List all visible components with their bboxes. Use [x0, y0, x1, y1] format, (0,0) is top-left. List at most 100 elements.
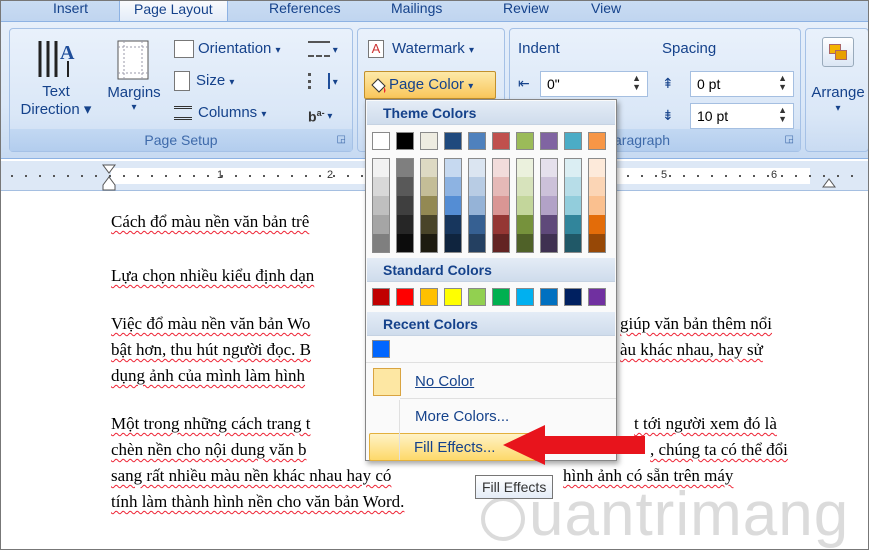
theme-shade-swatch[interactable]	[444, 177, 462, 196]
standard-color-swatch[interactable]	[564, 288, 582, 306]
text-direction-button[interactable]: A Text Direction ▾	[16, 37, 96, 119]
standard-color-swatch[interactable]	[468, 288, 486, 306]
theme-shade-swatch[interactable]	[396, 158, 414, 177]
theme-shade-swatch[interactable]	[492, 215, 510, 234]
theme-shade-swatch[interactable]	[372, 234, 390, 253]
tab-page-layout[interactable]: Page Layout	[119, 1, 228, 21]
theme-shade-swatch[interactable]	[516, 196, 534, 215]
theme-shade-swatch[interactable]	[588, 234, 606, 253]
theme-color-swatch[interactable]	[516, 132, 534, 150]
theme-shade-swatch[interactable]	[372, 215, 390, 234]
theme-shade-swatch[interactable]	[444, 158, 462, 177]
theme-color-swatch[interactable]	[588, 132, 606, 150]
theme-color-swatch[interactable]	[540, 132, 558, 150]
arrange-icon	[822, 37, 854, 67]
theme-shade-swatch[interactable]	[468, 215, 486, 234]
paragraph-launcher-icon[interactable]: ◲	[785, 129, 794, 151]
standard-color-swatch[interactable]	[396, 288, 414, 306]
tab-mailings[interactable]: Mailings	[377, 1, 456, 21]
indent-left-input[interactable]: 0" ▲ ▼	[540, 71, 648, 97]
tab-insert[interactable]: Insert	[39, 1, 102, 21]
theme-shade-swatch[interactable]	[540, 234, 558, 253]
orientation-button[interactable]: Orientation ▾	[174, 39, 281, 61]
theme-shade-swatch[interactable]	[468, 234, 486, 253]
spacing-after-input[interactable]: 10 pt ▲ ▼	[690, 103, 794, 129]
standard-color-swatch[interactable]	[372, 288, 390, 306]
standard-color-swatch[interactable]	[444, 288, 462, 306]
theme-shade-swatch[interactable]	[492, 158, 510, 177]
theme-shade-swatch[interactable]	[516, 158, 534, 177]
standard-color-swatch[interactable]	[516, 288, 534, 306]
theme-shade-swatch[interactable]	[492, 196, 510, 215]
standard-color-swatch[interactable]	[420, 288, 438, 306]
theme-shade-swatch[interactable]	[444, 215, 462, 234]
theme-shade-swatch[interactable]	[564, 215, 582, 234]
theme-color-swatch[interactable]	[492, 132, 510, 150]
theme-shade-swatch[interactable]	[540, 215, 558, 234]
tab-view[interactable]: View	[577, 1, 635, 21]
spacing-before-input[interactable]: 0 pt ▲ ▼	[690, 71, 794, 97]
no-color-item[interactable]: No Color	[367, 366, 615, 398]
tab-references[interactable]: References	[255, 1, 355, 21]
columns-button[interactable]: Columns ▾	[174, 103, 266, 125]
hyphenation-button[interactable]: ba- ▾	[308, 103, 332, 127]
theme-shade-swatch[interactable]	[564, 158, 582, 177]
standard-color-swatch[interactable]	[588, 288, 606, 306]
theme-color-swatch[interactable]	[396, 132, 414, 150]
theme-shade-swatch[interactable]	[492, 234, 510, 253]
theme-shade-swatch[interactable]	[396, 215, 414, 234]
theme-shade-swatch[interactable]	[372, 158, 390, 177]
standard-color-swatch[interactable]	[540, 288, 558, 306]
theme-shade-swatch[interactable]	[540, 177, 558, 196]
theme-shade-swatch[interactable]	[444, 196, 462, 215]
theme-shade-swatch[interactable]	[588, 158, 606, 177]
theme-color-swatch[interactable]	[564, 132, 582, 150]
margins-button[interactable]: Margins ▾	[102, 39, 166, 113]
watermark-button[interactable]: A Watermark ▾	[368, 39, 474, 61]
theme-shade-swatch[interactable]	[396, 196, 414, 215]
spacing-after-stepper[interactable]: ▲ ▼	[778, 106, 787, 124]
theme-shade-swatch[interactable]	[516, 215, 534, 234]
theme-shade-swatch[interactable]	[420, 196, 438, 215]
theme-shade-swatch[interactable]	[516, 177, 534, 196]
theme-shade-swatch[interactable]	[372, 177, 390, 196]
theme-shade-swatch[interactable]	[540, 196, 558, 215]
theme-shade-swatch[interactable]	[540, 158, 558, 177]
theme-shade-swatch[interactable]	[396, 234, 414, 253]
theme-shade-swatch[interactable]	[564, 234, 582, 253]
theme-shade-swatch[interactable]	[516, 234, 534, 253]
theme-shade-swatch[interactable]	[468, 158, 486, 177]
theme-shade-swatch[interactable]	[444, 234, 462, 253]
page-setup-launcher-icon[interactable]: ◲	[337, 129, 346, 151]
theme-color-swatch[interactable]	[444, 132, 462, 150]
theme-color-swatch[interactable]	[420, 132, 438, 150]
theme-shade-swatch[interactable]	[588, 177, 606, 196]
theme-shade-swatch[interactable]	[468, 177, 486, 196]
line-numbers-button[interactable]: ▾	[308, 71, 338, 93]
indent-marker-icon[interactable]	[101, 163, 117, 191]
theme-shade-swatch[interactable]	[588, 196, 606, 215]
theme-shade-swatch[interactable]	[420, 234, 438, 253]
page-color-button[interactable]: Page Color ▾	[364, 71, 496, 99]
breaks-button[interactable]: ▾	[308, 39, 338, 61]
standard-color-swatch[interactable]	[492, 288, 510, 306]
theme-shade-swatch[interactable]	[564, 177, 582, 196]
right-indent-marker-icon[interactable]	[821, 175, 837, 189]
theme-shade-swatch[interactable]	[420, 177, 438, 196]
spacing-before-stepper[interactable]: ▲ ▼	[778, 74, 787, 92]
theme-color-swatch[interactable]	[468, 132, 486, 150]
theme-shade-swatch[interactable]	[588, 215, 606, 234]
theme-shade-swatch[interactable]	[396, 177, 414, 196]
theme-shade-swatch[interactable]	[492, 177, 510, 196]
theme-shade-swatch[interactable]	[420, 215, 438, 234]
arrange-button[interactable]: Arrange ▾	[808, 37, 868, 115]
tab-review[interactable]: Review	[489, 1, 563, 21]
theme-shade-swatch[interactable]	[468, 196, 486, 215]
size-button[interactable]: Size ▾	[174, 71, 234, 93]
theme-shade-swatch[interactable]	[564, 196, 582, 215]
theme-color-swatch[interactable]	[372, 132, 390, 150]
recent-color-swatch[interactable]	[372, 340, 390, 358]
indent-left-stepper[interactable]: ▲ ▼	[632, 74, 641, 92]
theme-shade-swatch[interactable]	[420, 158, 438, 177]
theme-shade-swatch[interactable]	[372, 196, 390, 215]
